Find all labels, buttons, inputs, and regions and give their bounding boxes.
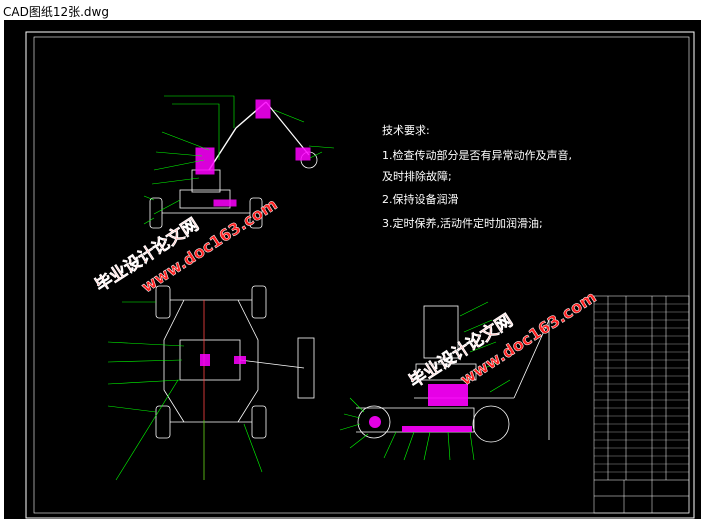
parts-list-table bbox=[593, 295, 690, 514]
tech-requirement-3: 3.定时保养,活动件定时加润滑油; bbox=[382, 216, 543, 230]
plan-view bbox=[155, 285, 315, 480]
front-view bbox=[356, 305, 550, 443]
tech-requirements-heading: 技术要求: bbox=[382, 124, 430, 137]
tech-requirements: 技术要求: 1.检查传动部分是否有异常动作及声音, 及时排除故障; 2.保持设备… bbox=[382, 124, 572, 230]
window-titlebar: CAD图纸12张.dwg bbox=[0, 0, 705, 20]
tech-requirement-1-cont: 及时排除故障; bbox=[382, 169, 452, 183]
tech-requirement-1: 1.检查传动部分是否有异常动作及声音, bbox=[382, 148, 572, 162]
side-view-arm bbox=[149, 101, 318, 229]
plan-view-parts bbox=[200, 354, 246, 366]
cad-viewport[interactable]: 技术要求: 1.检查传动部分是否有异常动作及声音, 及时排除故障; 2.保持设备… bbox=[4, 20, 701, 519]
tech-requirement-2: 2.保持设备润滑 bbox=[382, 192, 459, 206]
plan-view-leaders bbox=[107, 301, 263, 481]
cad-drawing-canvas[interactable]: 技术要求: 1.检查传动部分是否有异常动作及声音, 及时排除故障; 2.保持设备… bbox=[4, 20, 701, 519]
window-title: CAD图纸12张.dwg bbox=[3, 5, 109, 19]
